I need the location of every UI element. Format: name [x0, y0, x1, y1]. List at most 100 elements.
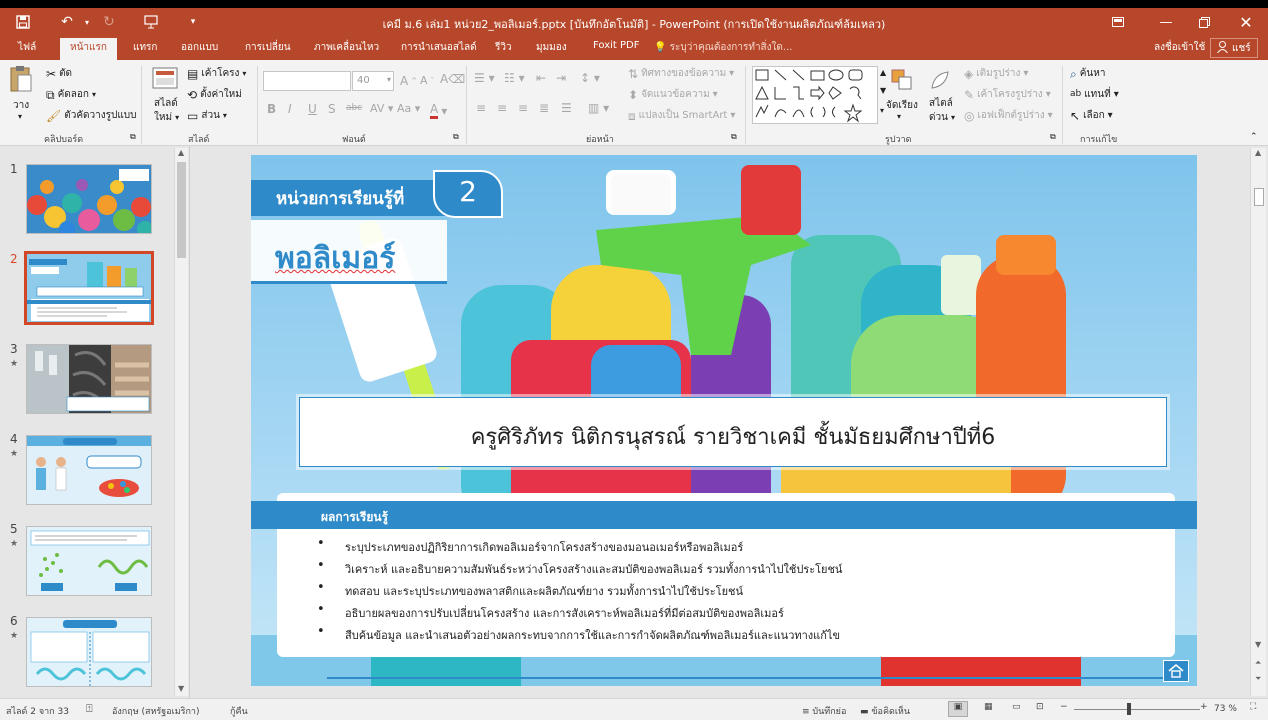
comments-button[interactable]: ▬ ข้อคิดเห็น: [860, 704, 910, 718]
editor-scrollbar[interactable]: ▲ ▼ ⏶ ⏷: [1250, 148, 1266, 696]
tab-insert[interactable]: แทรก: [133, 40, 157, 55]
section-button[interactable]: ▭ ส่วน ▾: [187, 108, 227, 123]
tab-design[interactable]: ออกแบบ: [181, 40, 218, 55]
zoom-slider[interactable]: [1074, 709, 1200, 710]
select-button[interactable]: ↖ เลือก ▾: [1070, 108, 1113, 123]
slide-thumbnail-4[interactable]: [26, 435, 152, 505]
minimize-icon[interactable]: —: [1148, 10, 1184, 34]
shapes-scroll-down-icon[interactable]: ▼: [880, 86, 886, 95]
previous-slide-icon[interactable]: ⏶: [1255, 658, 1261, 668]
scroll-thumb[interactable]: [177, 162, 186, 258]
restore-icon[interactable]: [1186, 10, 1222, 34]
font-name-combo[interactable]: [263, 71, 351, 91]
arrange-icon[interactable]: [888, 66, 916, 94]
sign-in-link[interactable]: ลงชื่อเข้าใช้: [1154, 40, 1205, 55]
shapes-scroll-up-icon[interactable]: ▲: [880, 68, 886, 77]
slide-sorter-icon[interactable]: ▦: [984, 702, 993, 712]
current-slide[interactable]: หน่วยการเรียนรู้ที่ 2 พอลิเมอร์ ครูศิริภ…: [251, 155, 1197, 686]
new-slide-label-1[interactable]: สไลด์: [154, 96, 178, 111]
reset-button[interactable]: ⟲ ตั้งค่าใหม่: [187, 87, 242, 102]
increase-indent-icon[interactable]: ⇥: [556, 71, 566, 85]
cut-button[interactable]: ✂ ตัด: [46, 66, 72, 81]
scroll-down-icon[interactable]: ▼: [1255, 640, 1261, 649]
next-slide-icon[interactable]: ⏷: [1255, 674, 1261, 684]
zoom-slider-thumb[interactable]: [1127, 703, 1131, 715]
tab-animations[interactable]: ภาพเคลื่อนไหว: [314, 40, 379, 55]
format-painter-button[interactable]: 🖌 ตัวคัดวางรูปแบบ: [46, 108, 137, 123]
numbering-icon[interactable]: ☷ ▾: [504, 71, 525, 85]
char-spacing-icon[interactable]: AV ▾: [370, 102, 393, 115]
tab-view[interactable]: มุมมอง: [536, 40, 567, 55]
shape-outline-button[interactable]: ✎ เค้าโครงรูปร่าง ▾: [964, 87, 1051, 102]
tab-slideshow[interactable]: การนำเสนอสไลด์: [401, 40, 477, 55]
zoom-level[interactable]: 73 %: [1214, 704, 1237, 714]
align-right-icon[interactable]: ≡: [518, 101, 528, 115]
text-direction-button[interactable]: ⇅ ทิศทางของข้อความ ▾: [628, 66, 734, 81]
tab-review[interactable]: รีวิว: [495, 40, 512, 55]
language-indicator[interactable]: อังกฤษ (สหรัฐอเมริกา): [112, 704, 200, 718]
change-case-icon[interactable]: Aa ▾: [397, 102, 420, 115]
drawing-launcher-icon[interactable]: ⧉: [1050, 132, 1056, 142]
spell-check-icon[interactable]: ⍐: [86, 702, 93, 716]
scroll-up-icon[interactable]: ▲: [178, 148, 184, 157]
paste-dropdown-icon[interactable]: ▾: [18, 112, 22, 121]
slide-thumbnail-6[interactable]: [26, 617, 152, 687]
layout-button[interactable]: ▤ เค้าโครง ▾: [187, 66, 246, 81]
align-text-button[interactable]: ⬍ จัดแนวข้อความ ▾: [628, 87, 718, 102]
strikethrough-button[interactable]: abc: [346, 103, 362, 113]
new-slide-icon[interactable]: [151, 64, 179, 92]
thumbnail-scrollbar[interactable]: ▲ ▼: [174, 148, 188, 696]
decrease-font-icon[interactable]: Aˇ: [420, 74, 434, 87]
bullets-icon[interactable]: ☰ ▾: [474, 71, 495, 85]
tell-me-search[interactable]: 💡 ระบุว่าคุณต้องการทำสิ่งใด...: [654, 40, 792, 55]
tab-foxit-pdf[interactable]: Foxit PDF: [593, 40, 639, 51]
zoom-out-icon[interactable]: −: [1060, 702, 1068, 712]
shapes-gallery[interactable]: [752, 66, 878, 124]
shapes-more-icon[interactable]: ▾: [880, 106, 884, 115]
replace-button[interactable]: ab แทนที่ ▾: [1070, 87, 1119, 102]
new-slide-label-2[interactable]: ใหม่ ▾: [154, 110, 179, 125]
shape-fill-button[interactable]: ◈ เติมรูปร่าง ▾: [964, 66, 1028, 81]
find-button[interactable]: ⌕ ค้นหา: [1070, 66, 1105, 81]
arrange-dropdown-icon[interactable]: ▾: [897, 112, 901, 121]
normal-view-icon[interactable]: ▣: [948, 701, 968, 717]
clear-formatting-icon[interactable]: A⌫: [440, 72, 465, 86]
tab-home[interactable]: หน้าแรก: [60, 38, 117, 60]
slide-thumbnail-1[interactable]: [26, 164, 152, 234]
decrease-indent-icon[interactable]: ⇤: [536, 71, 546, 85]
scroll-up-icon[interactable]: ▲: [1255, 148, 1261, 157]
font-launcher-icon[interactable]: ⧉: [453, 132, 459, 142]
italic-button[interactable]: I: [288, 102, 292, 116]
line-spacing-icon[interactable]: ↕ ▾: [580, 71, 600, 85]
font-size-combo[interactable]: 40 ▾: [352, 71, 394, 91]
share-button[interactable]: แชร์: [1210, 38, 1258, 58]
reading-view-icon[interactable]: ▭: [1012, 702, 1021, 712]
slideshow-view-icon[interactable]: ⊡: [1036, 702, 1044, 712]
bold-button[interactable]: B: [267, 102, 276, 116]
font-color-icon[interactable]: A ▾: [430, 102, 447, 119]
quick-styles-label-1[interactable]: สไตล์: [929, 96, 953, 111]
shape-effects-button[interactable]: ◎ เอฟเฟ็กต์รูปร่าง ▾: [964, 108, 1053, 123]
paste-label[interactable]: วาง: [13, 98, 29, 113]
justify-icon[interactable]: ≣: [539, 101, 549, 115]
shadow-button[interactable]: S: [328, 102, 336, 116]
fit-to-window-icon[interactable]: ⛶: [1250, 702, 1256, 712]
increase-font-icon[interactable]: A ^: [400, 74, 417, 88]
scroll-thumb[interactable]: [1254, 188, 1264, 206]
close-icon[interactable]: ✕: [1228, 10, 1264, 34]
quick-styles-label-2[interactable]: ด่วน ▾: [929, 110, 955, 125]
slide-thumbnail-5[interactable]: [26, 526, 152, 596]
align-left-icon[interactable]: ≡: [476, 101, 486, 115]
scroll-down-icon[interactable]: ▼: [178, 684, 184, 693]
home-icon[interactable]: [1163, 660, 1189, 682]
underline-button[interactable]: U: [308, 102, 317, 116]
columns-icon[interactable]: ▥ ▾: [588, 101, 609, 115]
tab-transitions[interactable]: การเปลี่ยน: [245, 40, 291, 55]
align-center-icon[interactable]: ≡: [497, 101, 507, 115]
copy-button[interactable]: ⧉ คัดลอก ▾: [46, 87, 96, 102]
paste-icon[interactable]: [8, 64, 34, 94]
arrange-label[interactable]: จัดเรียง: [886, 98, 918, 113]
notes-button[interactable]: ≡ บันทึกย่อ: [802, 704, 846, 718]
convert-smartart-button[interactable]: ⧈ แปลงเป็น SmartArt ▾: [628, 108, 735, 123]
quick-styles-icon[interactable]: [926, 66, 954, 94]
